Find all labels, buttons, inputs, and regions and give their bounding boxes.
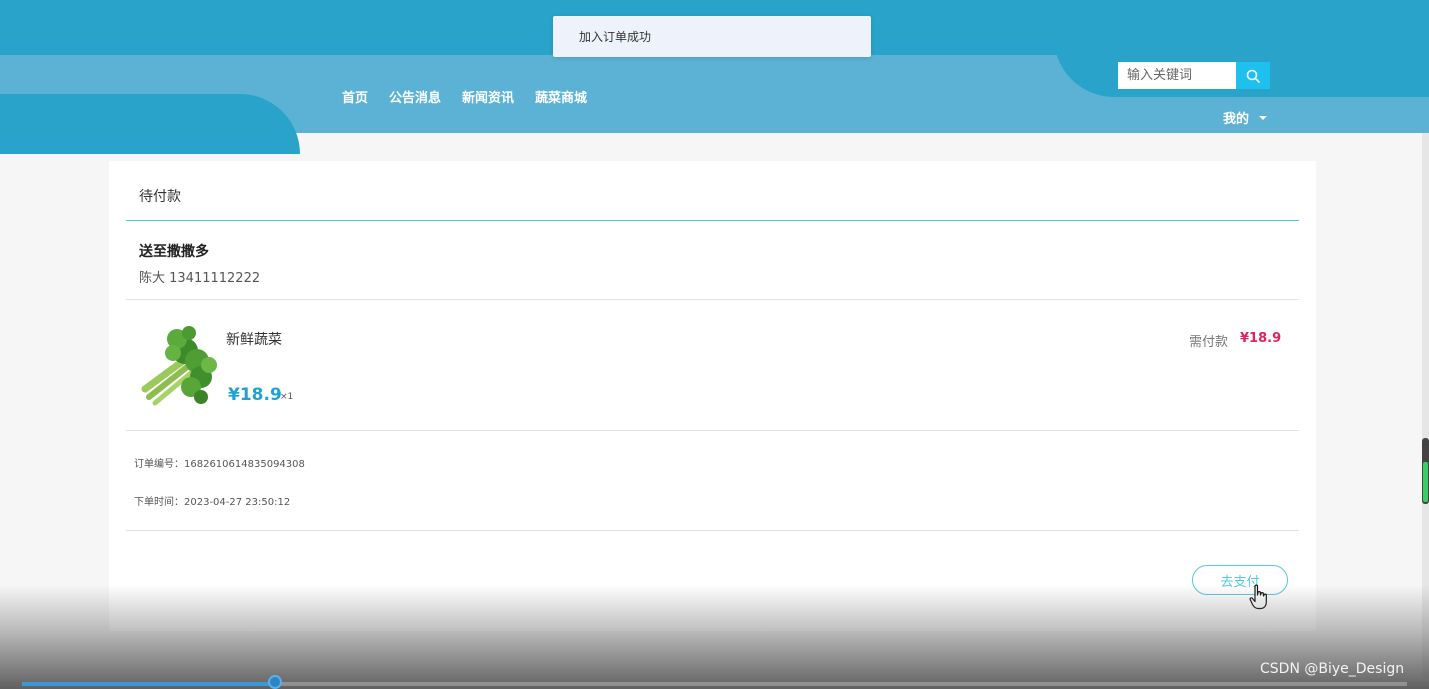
amount-due-label: 需付款 [1189, 335, 1229, 350]
divider [126, 430, 1299, 431]
nav-item-announcements[interactable]: 公告消息 [389, 87, 441, 106]
video-progress-bar[interactable] [22, 682, 1407, 686]
search-box [1118, 62, 1280, 89]
recipient-contact: 陈大 13411112222 [139, 271, 261, 286]
order-number: 订单编号：1682610614835094308 [134, 459, 305, 470]
video-progress-handle[interactable] [268, 675, 282, 689]
order-time: 下单时间：2023-04-27 23:50:12 [134, 497, 291, 508]
divider [126, 530, 1299, 531]
main-nav: 首页 公告消息 新闻资讯 蔬菜商城 [342, 87, 587, 106]
search-input[interactable] [1118, 62, 1236, 89]
order-card: 待付款 送至撒撒多 陈大 13411112222 新鲜蔬菜 ¥18.9 ×1 需… [109, 161, 1316, 631]
nav-item-news[interactable]: 新闻资讯 [462, 87, 514, 106]
video-progress-fill [22, 682, 277, 686]
product-name[interactable]: 新鲜蔬菜 [226, 329, 282, 349]
toast-notification: 加入订单成功 [553, 16, 871, 57]
delivery-address: 送至撒撒多 [139, 244, 209, 260]
user-menu-label: 我的 [1223, 112, 1250, 127]
divider [126, 299, 1299, 300]
user-menu[interactable]: 我的 [1223, 108, 1268, 127]
search-icon [1246, 69, 1260, 83]
product-price: ¥18.9 [228, 385, 282, 405]
nav-item-vegetable-mall[interactable]: 蔬菜商城 [535, 87, 587, 106]
nav-item-home[interactable]: 首页 [342, 87, 368, 106]
amount-due-value: ¥18.9 [1240, 331, 1282, 346]
header-wave-left [0, 94, 300, 154]
search-button[interactable] [1236, 62, 1270, 89]
video-controls-overlay [0, 585, 1429, 689]
product-image-celery[interactable] [139, 321, 221, 407]
watermark-text: CSDN @Biye_Design [1260, 661, 1405, 677]
product-quantity: ×1 [280, 392, 294, 402]
order-status-title: 待付款 [139, 189, 181, 205]
toast-message: 加入订单成功 [579, 30, 652, 44]
caret-down-icon [1259, 115, 1268, 120]
status-underline [126, 220, 1299, 221]
page-scrollbar-accent [1423, 462, 1428, 502]
